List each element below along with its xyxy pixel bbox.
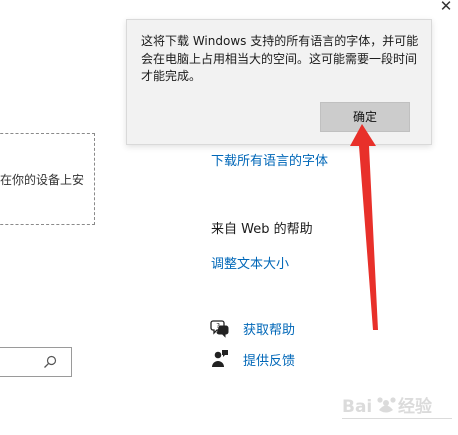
dialog-message: 这将下载 Windows 支持的所有语言的字体，并可能会在电脑上占用相当大的空间… [141,34,419,83]
web-help-heading: 来自 Web 的帮助 [211,222,313,237]
search-input[interactable] [0,347,72,377]
svg-text:经验: 经验 [398,396,433,417]
download-all-fonts-link[interactable]: 下载所有语言的字体 [211,150,328,169]
search-icon[interactable] [43,355,57,369]
feedback-link[interactable]: 提供反馈 [243,350,295,369]
drop-area-text: 在你的设备上安 [0,173,85,187]
svg-text:Bai: Bai [342,397,372,417]
close-icon[interactable]: ✕ [436,0,456,14]
ok-button[interactable]: 确定 [320,102,410,132]
adjust-text-size-link[interactable]: 调整文本大小 [211,253,289,272]
svg-text:?: ? [216,322,220,330]
feedback-person-icon [212,350,228,367]
watermark-logo: Bai 经验 [342,396,452,419]
get-help-link[interactable]: 获取帮助 [243,319,295,338]
chat-help-icon: ? [210,320,229,338]
download-fonts-dialog: 这将下载 Windows 支持的所有语言的字体，并可能会在电脑上占用相当大的空间… [126,19,432,145]
